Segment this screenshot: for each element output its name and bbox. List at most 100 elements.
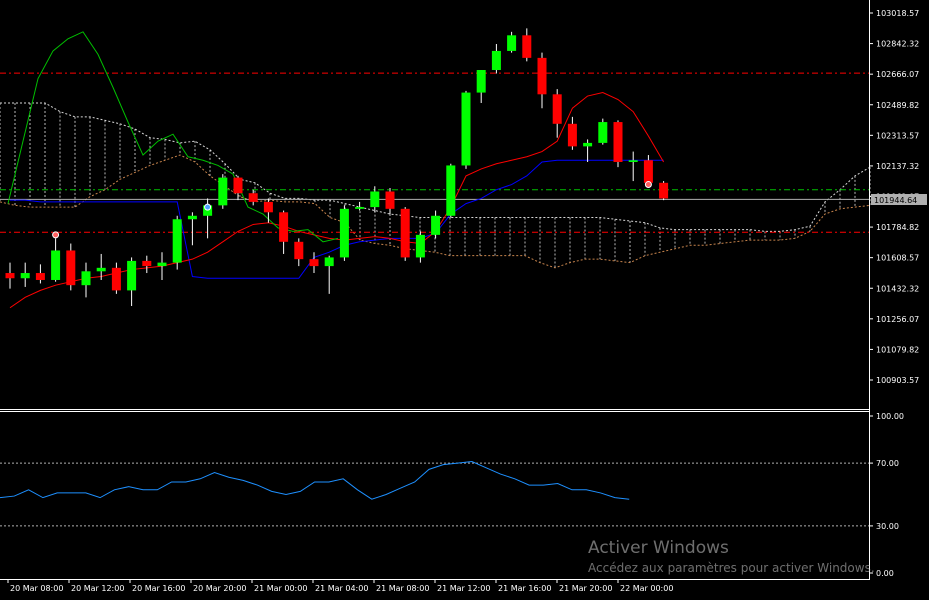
- candle-body: [309, 259, 319, 267]
- oscillator-axis-ticks: 100.00 70.00 30.00 0.00: [869, 412, 904, 578]
- time-tick-label: 20 Mar 20:00: [193, 584, 246, 593]
- candle-body: [659, 182, 669, 199]
- candle: [385, 188, 395, 215]
- candle-body: [279, 212, 289, 242]
- candle-body: [522, 35, 532, 58]
- candle-body: [218, 177, 228, 206]
- oscillator-tick-label: 30.00: [876, 522, 899, 531]
- price-tick-label: 102489.82: [876, 101, 919, 110]
- trading-chart[interactable]: 103018.57 102842.32 102666.07 102489.82 1023…: [0, 0, 929, 600]
- candle-body: [355, 207, 365, 209]
- candle: [583, 139, 593, 162]
- price-tick-label: 102313.57: [876, 131, 919, 140]
- price-tick-label: 102137.32: [876, 162, 919, 171]
- horizontal-levels: [0, 72, 869, 233]
- candle-body: [446, 165, 456, 216]
- candle-body: [583, 142, 593, 147]
- oscillator-levels: [0, 462, 869, 527]
- candle: [507, 31, 517, 53]
- candle: [20, 262, 30, 287]
- candle: [187, 212, 197, 246]
- candle: [567, 116, 577, 150]
- candle-body: [491, 50, 501, 71]
- candle: [294, 238, 304, 267]
- candle-body: [172, 219, 182, 263]
- candle: [598, 118, 608, 145]
- time-axis-ticks: 20 Mar 08:00 20 Mar 12:00 20 Mar 16:00 20 M…: [7, 579, 673, 593]
- candle-body: [233, 177, 243, 194]
- candle-body: [157, 262, 167, 267]
- time-tick-label: 21 Mar 20:00: [559, 584, 612, 593]
- candle: [537, 52, 547, 109]
- trade-marker: [52, 231, 60, 239]
- time-tick-label: 21 Mar 08:00: [376, 584, 429, 593]
- candle-body: [461, 92, 471, 166]
- candle: [279, 210, 289, 254]
- candle: [172, 215, 182, 270]
- candle: [51, 238, 61, 282]
- candle: [400, 207, 410, 261]
- candle: [111, 262, 121, 294]
- price-chart-pane[interactable]: [0, 28, 871, 309]
- oscillator-tick-label: 70.00: [876, 459, 899, 468]
- candle-body: [51, 250, 61, 280]
- candle-body: [370, 191, 380, 208]
- chart-axes: 103018.57 102842.32 102666.07 102489.82 1023…: [0, 0, 927, 593]
- price-tick-label: 101608.57: [876, 254, 919, 263]
- candle-body: [35, 273, 45, 280]
- candle-body: [415, 234, 425, 258]
- candle: [659, 181, 669, 201]
- candle-body: [263, 201, 273, 213]
- candle-body: [613, 122, 623, 162]
- candle: [309, 252, 319, 274]
- candle: [613, 120, 623, 168]
- trade-marker: [644, 181, 652, 189]
- oscillator-pane[interactable]: [0, 461, 869, 527]
- candle: [66, 243, 76, 291]
- candle: [431, 210, 441, 239]
- candle-body: [248, 193, 258, 202]
- time-tick-label: 20 Mar 08:00: [10, 584, 63, 593]
- current-price-label: 101944.64: [874, 196, 917, 205]
- candle: [339, 205, 349, 261]
- candle: [446, 163, 456, 218]
- candle-body: [339, 208, 349, 258]
- candle: [127, 257, 137, 307]
- candle-body: [385, 191, 395, 209]
- price-tick-label: 100903.57: [876, 376, 919, 385]
- candle-body: [142, 260, 152, 267]
- price-tick-label: 101784.82: [876, 223, 919, 232]
- candle: [142, 255, 152, 274]
- candle: [522, 28, 532, 62]
- candle-body: [476, 70, 486, 93]
- candle-body: [628, 160, 638, 162]
- candle: [355, 201, 365, 211]
- candle: [218, 174, 228, 209]
- candle: [370, 186, 380, 213]
- candle-body: [431, 215, 441, 235]
- oscillator-tick-label: 0.00: [876, 569, 894, 578]
- time-tick-label: 20 Mar 16:00: [132, 584, 185, 593]
- candle-body: [20, 273, 30, 279]
- candle-body: [598, 122, 608, 143]
- candle: [476, 70, 486, 103]
- time-tick-label: 22 Mar 00:00: [620, 584, 673, 593]
- candle-body: [5, 273, 15, 279]
- candle: [491, 43, 501, 74]
- candle: [233, 175, 243, 201]
- candle: [628, 151, 638, 182]
- candle-body: [507, 35, 517, 51]
- oscillator-tick-label: 100.00: [876, 412, 904, 421]
- price-tick-label: 102842.32: [876, 40, 919, 49]
- candle-body: [81, 271, 91, 286]
- candle-body: [400, 208, 410, 258]
- time-tick-label: 21 Mar 16:00: [498, 584, 551, 593]
- candle-body: [187, 215, 197, 220]
- candle: [552, 89, 562, 138]
- candle-body: [324, 257, 334, 267]
- candle: [248, 189, 258, 206]
- price-tick-label: 101432.32: [876, 284, 919, 293]
- chikou-span-line: [7, 31, 339, 243]
- candle-body: [127, 260, 137, 291]
- candle-body: [552, 94, 562, 124]
